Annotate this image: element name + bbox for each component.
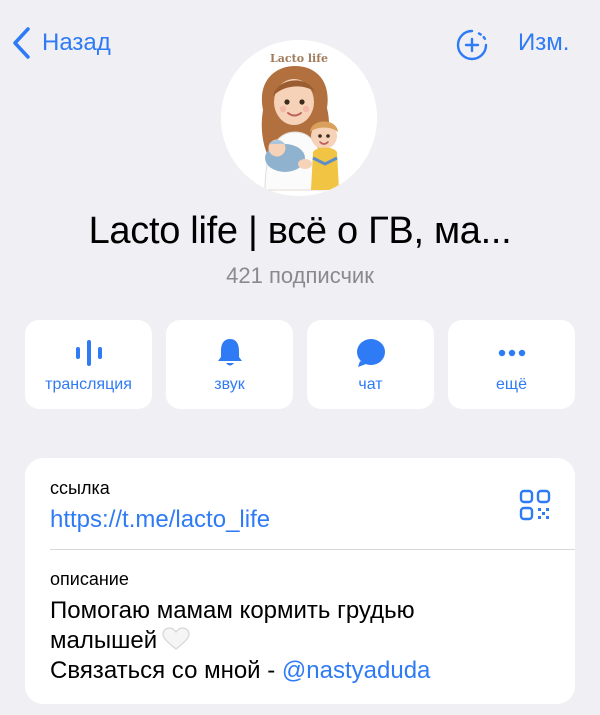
more-label: ещё <box>496 376 527 393</box>
white-heart-icon <box>161 627 191 651</box>
chevron-left-icon <box>13 27 30 59</box>
info-card: ссылка https://t.me/lacto_life описание … <box>25 458 575 704</box>
chat-label: чат <box>358 376 383 393</box>
back-label: Назад <box>42 29 111 56</box>
sound-button[interactable]: звук <box>166 320 293 409</box>
broadcast-icon <box>72 336 106 370</box>
qr-code-icon[interactable] <box>518 488 552 522</box>
divider <box>50 549 575 550</box>
chat-bubble-icon <box>354 336 388 370</box>
avatar-logo-text: Lacto life <box>270 52 328 65</box>
subscriber-count: 421 подписчик <box>226 263 374 288</box>
chat-button[interactable]: чат <box>307 320 434 409</box>
channel-link[interactable]: https://t.me/lacto_life <box>50 506 270 534</box>
sound-label: звук <box>214 376 245 393</box>
description-line-1: Помогаю мамам кормить грудью <box>50 597 415 624</box>
channel-title: Lacto life | всё о ГВ, ма... <box>88 210 512 252</box>
description-line-3-wrap: Связаться со мной - @nastyaduda <box>50 656 550 686</box>
broadcast-button[interactable]: трансляция <box>25 320 152 409</box>
broadcast-label: трансляция <box>45 376 132 393</box>
description-caption: описание <box>50 569 129 589</box>
more-button[interactable]: ещё <box>448 320 575 409</box>
edit-button[interactable]: Изм. <box>518 28 569 58</box>
back-button[interactable]: Назад <box>10 25 111 61</box>
channel-avatar[interactable]: Lacto life <box>221 40 377 196</box>
plus-circle-icon <box>456 29 488 61</box>
description-text: Помогаю мамам кормить грудью малышей Свя… <box>50 596 550 686</box>
description-line-2: малышей <box>50 627 158 654</box>
more-dots-icon <box>495 336 529 370</box>
description-line-2-wrap: малышей <box>50 626 550 656</box>
add-member-button[interactable] <box>455 28 489 62</box>
description-line-3: Связаться со мной - <box>50 657 282 684</box>
link-caption: ссылка <box>50 478 110 498</box>
bell-icon <box>213 336 247 370</box>
mention-link[interactable]: @nastyaduda <box>282 657 430 684</box>
action-buttons-row: трансляция звук чат ещё <box>25 320 575 409</box>
